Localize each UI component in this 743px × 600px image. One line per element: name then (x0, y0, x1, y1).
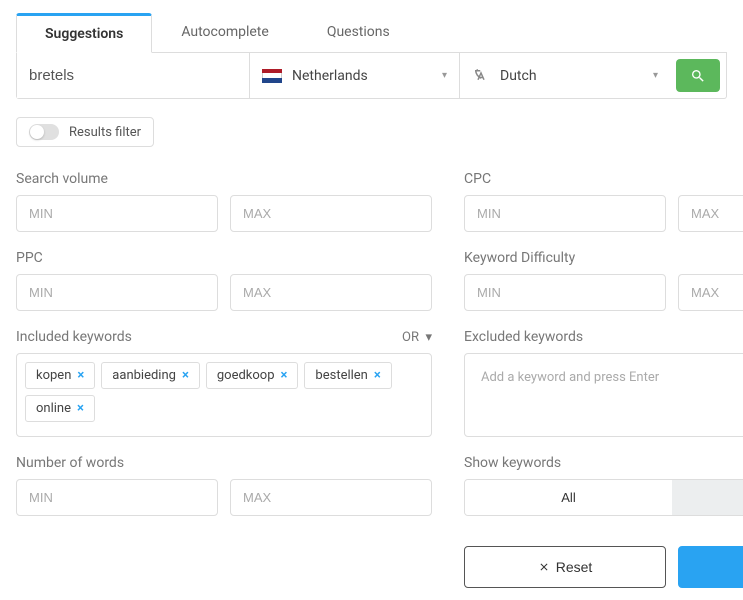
search-row: Netherlands ▾ Dutch ▾ (16, 53, 727, 99)
remove-tag-icon[interactable]: × (182, 368, 189, 383)
country-label: Netherlands (292, 68, 432, 84)
chevron-down-icon: ▾ (442, 70, 447, 81)
cpc-max[interactable] (678, 195, 743, 232)
results-filter-row: Results filter (16, 117, 727, 147)
search-icon (690, 68, 706, 84)
tag-goedkoop: goedkoop× (206, 362, 299, 389)
included-tags-box[interactable]: kopen× aanbieding× goedkoop× bestellen× … (16, 353, 432, 437)
ppc-min[interactable] (16, 274, 218, 311)
language-label: Dutch (500, 68, 643, 84)
tag-aanbieding: aanbieding× (101, 362, 200, 389)
keyword-input[interactable] (17, 53, 250, 98)
kd-min[interactable] (464, 274, 666, 311)
results-filter-label: Results filter (69, 125, 141, 140)
tag-bestellen: bestellen× (304, 362, 391, 389)
set-filter-button[interactable]: Set filter (678, 546, 743, 588)
tabs-bar: Suggestions Autocomplete Questions (16, 12, 727, 53)
number-words-min[interactable] (16, 479, 218, 516)
show-keywords-section: Show keywords All Not in lists (464, 455, 743, 516)
search-volume-label: Search volume (16, 171, 432, 187)
tag-online: online× (25, 395, 95, 422)
show-keywords-not-in-lists[interactable]: Not in lists (672, 480, 743, 515)
excluded-tags-box[interactable]: Add a keyword and press Enter (464, 353, 743, 437)
included-mode-select[interactable]: OR ▾ (402, 330, 432, 345)
tag-kopen: kopen× (25, 362, 95, 389)
search-volume-min[interactable] (16, 195, 218, 232)
excluded-placeholder: Add a keyword and press Enter (477, 364, 743, 391)
remove-tag-icon[interactable]: × (77, 368, 84, 383)
close-icon (538, 561, 550, 573)
number-words-label: Number of words (16, 455, 432, 471)
remove-tag-icon[interactable]: × (281, 368, 288, 383)
kd-label: Keyword Difficulty (464, 250, 743, 266)
search-button[interactable] (676, 59, 720, 92)
language-select[interactable]: Dutch ▾ (460, 53, 670, 98)
included-label: Included keywords (16, 329, 132, 345)
excluded-label: Excluded keywords (464, 329, 583, 345)
language-icon (472, 67, 490, 85)
show-keywords-label: Show keywords (464, 455, 743, 471)
cpc-label: CPC (464, 171, 743, 187)
number-words-section: Number of words (16, 455, 432, 516)
cpc-min[interactable] (464, 195, 666, 232)
tab-autocomplete[interactable]: Autocomplete (152, 13, 298, 53)
tab-suggestions[interactable]: Suggestions (16, 13, 152, 53)
ppc-section: PPC (16, 250, 432, 311)
ppc-label: PPC (16, 250, 432, 266)
tab-questions[interactable]: Questions (298, 13, 419, 53)
results-filter-chip: Results filter (16, 117, 154, 147)
flag-icon (262, 69, 282, 83)
number-words-max[interactable] (230, 479, 432, 516)
chevron-down-icon: ▾ (653, 70, 658, 81)
show-keywords-all[interactable]: All (465, 480, 672, 515)
country-select[interactable]: Netherlands ▾ (250, 53, 460, 98)
excluded-section: Excluded keywords OR ▾ Add a keyword and… (464, 329, 743, 437)
kd-max[interactable] (678, 274, 743, 311)
cpc-section: CPC (464, 171, 743, 232)
kd-section: Keyword Difficulty (464, 250, 743, 311)
remove-tag-icon[interactable]: × (77, 401, 84, 416)
search-volume-max[interactable] (230, 195, 432, 232)
results-filter-toggle[interactable] (29, 124, 59, 140)
remove-tag-icon[interactable]: × (374, 368, 381, 383)
reset-button[interactable]: Reset (464, 546, 666, 588)
included-section: Included keywords OR ▾ kopen× aanbieding… (16, 329, 432, 437)
search-volume-section: Search volume (16, 171, 432, 232)
show-keywords-toggle: All Not in lists (464, 479, 743, 516)
action-buttons: Reset Set filter (464, 546, 743, 588)
ppc-max[interactable] (230, 274, 432, 311)
